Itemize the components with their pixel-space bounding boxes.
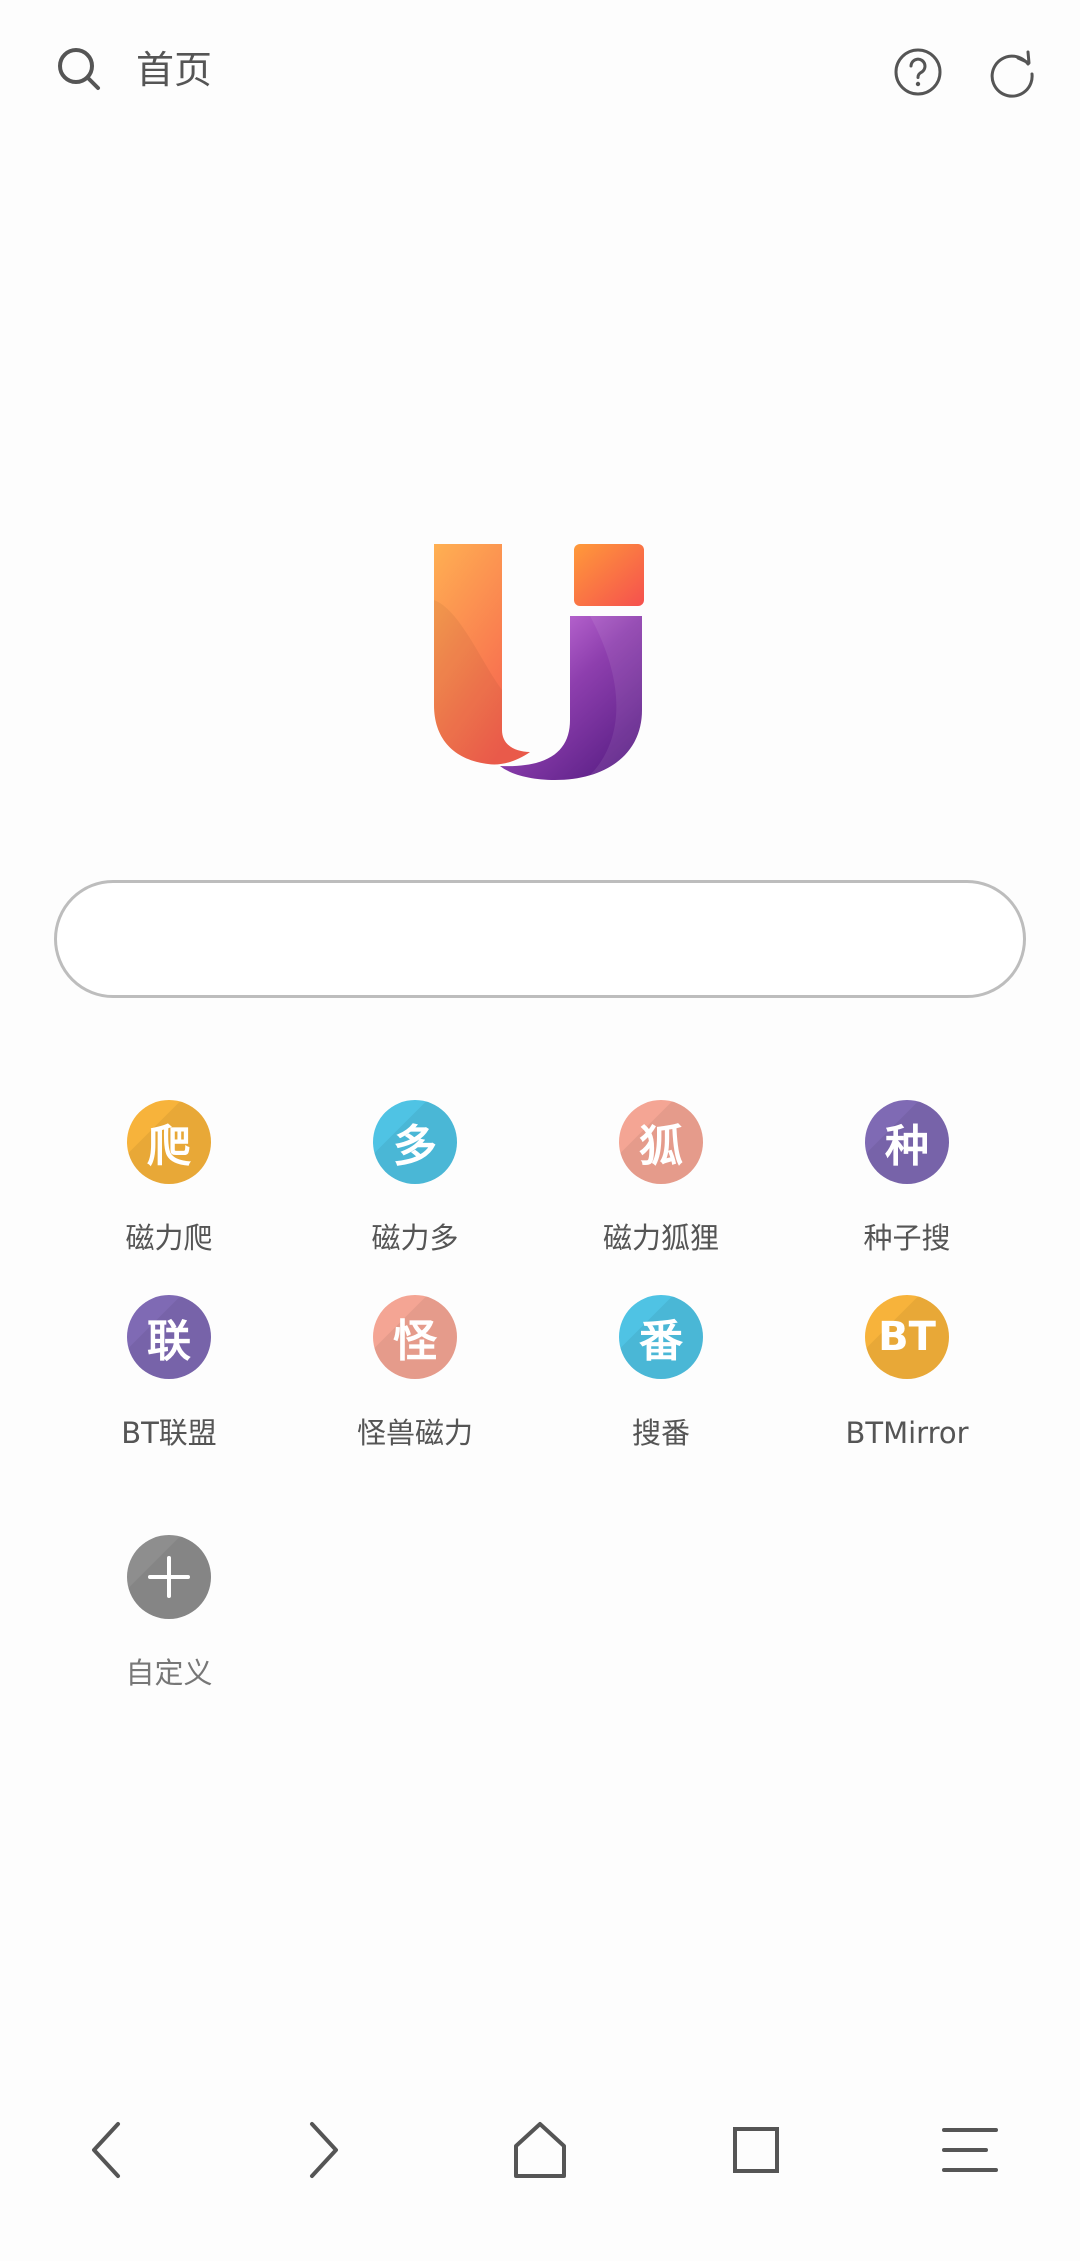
ciliduo-icon: 多 xyxy=(373,1100,457,1184)
search-input[interactable] xyxy=(57,883,1023,995)
cilipa-icon: 爬 xyxy=(127,1100,211,1184)
app-logo xyxy=(430,540,650,785)
back-icon xyxy=(92,2122,120,2178)
search-icon xyxy=(58,48,100,90)
menu-button[interactable] xyxy=(930,2110,1010,2190)
page-title: 首页 xyxy=(136,48,213,92)
shortcut-label: 磁力多 xyxy=(371,1221,459,1255)
btlianmeng-icon: 联 xyxy=(127,1295,211,1379)
shortcut-btlianmeng[interactable]: 联 BT联盟 xyxy=(46,1295,292,1465)
help-button[interactable] xyxy=(890,44,946,100)
shortcut-cilihuli[interactable]: 狐 磁力狐狸 xyxy=(538,1100,784,1270)
back-button[interactable] xyxy=(68,2110,148,2190)
help-icon xyxy=(894,48,942,96)
shortcut-guaishou[interactable]: 怪 怪兽磁力 xyxy=(292,1295,538,1465)
menu-icon xyxy=(942,2128,998,2172)
soufan-icon: 番 xyxy=(619,1295,703,1379)
shortcut-label: 搜番 xyxy=(631,1416,690,1450)
cilihuli-glyph: 狐 xyxy=(639,1121,683,1172)
btmirror-icon: BT xyxy=(865,1295,949,1379)
home-icon xyxy=(514,2122,566,2178)
ciliduo-glyph: 多 xyxy=(393,1121,437,1172)
soufan-glyph: 番 xyxy=(639,1316,683,1367)
zhongzisou-icon: 种 xyxy=(865,1100,949,1184)
tabs-icon xyxy=(733,2127,779,2173)
shortcut-ciliduo[interactable]: 多 磁力多 xyxy=(292,1100,538,1270)
shortcut-btmirror[interactable]: BT BTMirror xyxy=(784,1295,1030,1465)
refresh-icon xyxy=(990,50,1034,98)
refresh-button[interactable] xyxy=(984,44,1040,100)
bottom-nav xyxy=(0,2080,1080,2200)
btmirror-glyph: BT xyxy=(878,1314,936,1360)
uc-logo-icon xyxy=(434,544,644,780)
plus-icon xyxy=(148,1556,190,1598)
forward-icon xyxy=(310,2122,338,2178)
tabs-button[interactable] xyxy=(716,2110,796,2190)
shortcut-custom[interactable]: 自定义 xyxy=(46,1535,292,1705)
zhongzisou-glyph: 种 xyxy=(885,1121,929,1172)
btlianmeng-glyph: 联 xyxy=(147,1316,191,1367)
shortcut-cilipa[interactable]: 爬 磁力爬 xyxy=(46,1100,292,1270)
shortcut-label: BTMirror xyxy=(845,1416,969,1450)
guaishou-icon: 怪 xyxy=(373,1295,457,1379)
home-button[interactable] xyxy=(500,2110,580,2190)
shortcut-zhongzisou[interactable]: 种 种子搜 xyxy=(784,1100,1030,1270)
shortcut-label: 种子搜 xyxy=(863,1221,951,1255)
shortcut-soufan[interactable]: 番 搜番 xyxy=(538,1295,784,1465)
guaishou-glyph: 怪 xyxy=(393,1316,437,1367)
search-box[interactable] xyxy=(54,880,1026,998)
search-button[interactable] xyxy=(50,40,110,100)
shortcut-label: 怪兽磁力 xyxy=(356,1416,473,1450)
shortcut-label: BT联盟 xyxy=(121,1416,217,1450)
top-bar: 首页 xyxy=(0,0,1080,140)
shortcut-label: 磁力狐狸 xyxy=(602,1221,719,1255)
add-icon xyxy=(127,1535,211,1619)
forward-button[interactable] xyxy=(282,2110,362,2190)
shortcut-label: 自定义 xyxy=(125,1656,213,1690)
shortcut-label: 磁力爬 xyxy=(125,1221,213,1255)
cilihuli-icon: 狐 xyxy=(619,1100,703,1184)
cilipa-glyph: 爬 xyxy=(147,1121,191,1172)
